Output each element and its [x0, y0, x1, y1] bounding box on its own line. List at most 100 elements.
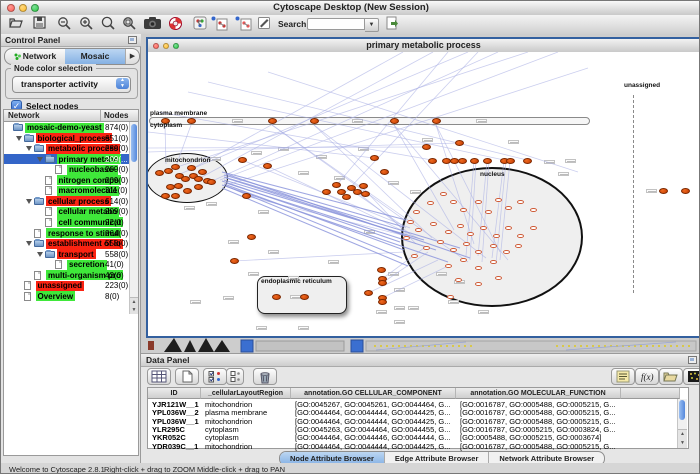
network-node[interactable]	[378, 299, 387, 305]
network-node[interactable]	[194, 176, 203, 182]
network-node[interactable]	[432, 118, 441, 124]
network-node[interactable]	[380, 169, 389, 175]
network-node[interactable]	[659, 188, 668, 194]
network-node-small[interactable]	[505, 206, 512, 211]
table-scrollbar[interactable]: ▲▼	[677, 399, 687, 448]
network-node-small[interactable]	[517, 234, 524, 239]
network-node-small[interactable]	[530, 226, 537, 231]
table-cell[interactable]: YDR039C__1	[148, 442, 201, 452]
twisty-icon[interactable]	[16, 136, 22, 141]
tree-row[interactable]: macromolecule311(0)	[4, 185, 131, 196]
tree-row[interactable]: secretion41(0)	[4, 259, 131, 270]
delete-attribute-button[interactable]	[253, 368, 277, 385]
help-icon[interactable]	[168, 16, 186, 32]
network-node-small[interactable]	[447, 295, 454, 300]
network-node[interactable]	[155, 170, 164, 176]
tree-row[interactable]: primary metabo209(...	[4, 154, 131, 165]
table-cell[interactable]: mitochondrion	[201, 442, 291, 452]
network-node[interactable]	[364, 290, 373, 296]
save-session-icon[interactable]	[32, 16, 50, 32]
tree-row[interactable]: nitrogen compo209(0)	[4, 175, 131, 186]
unselect-attributes-button[interactable]	[226, 368, 244, 385]
tree-row[interactable]: mosaic-demo-yeast874(0)	[4, 122, 131, 133]
tree-scrollbar-buttons[interactable]: ▲▼	[130, 297, 138, 314]
network-node[interactable]	[207, 179, 216, 185]
network-node-small[interactable]	[480, 226, 487, 231]
network-node[interactable]	[263, 163, 272, 169]
network-canvas[interactable]: plasma membranecytoplasmmitochondrionnuc…	[148, 52, 699, 336]
network-node-small[interactable]	[495, 198, 502, 203]
attribute-list-button[interactable]	[611, 368, 635, 385]
network-node-small[interactable]	[445, 264, 452, 269]
function-builder-button[interactable]: f(x)	[635, 368, 659, 385]
search-dropdown-arrow[interactable]: ▼	[365, 18, 379, 32]
network-node[interactable]	[272, 294, 281, 300]
column-header[interactable]: annotation.GO CELLULAR_COMPONENT	[291, 388, 456, 399]
column-header[interactable]: annotation.GO MOLECULAR_FUNCTION	[456, 388, 621, 399]
network-node[interactable]	[359, 183, 368, 189]
network-node[interactable]	[361, 191, 370, 197]
network-node-small[interactable]	[460, 208, 467, 213]
network-node-small[interactable]	[505, 226, 512, 231]
network-node-small[interactable]	[517, 200, 524, 205]
tree-row[interactable]: cellular process614(0)	[4, 196, 131, 207]
table-cell[interactable]: [GO:0044464, GO:0044444, GO:0044425, G..…	[291, 442, 456, 452]
network-node[interactable]	[390, 118, 399, 124]
network-node[interactable]	[174, 183, 183, 189]
network-node-small[interactable]	[440, 192, 447, 197]
node-color-dropdown[interactable]: transporter activity ▲▼	[12, 76, 131, 93]
column-header[interactable]: _cellularLayoutRegion	[201, 388, 291, 399]
network-node[interactable]	[378, 280, 387, 286]
network-node-small[interactable]	[460, 258, 467, 263]
twisty-icon[interactable]	[37, 157, 43, 162]
network-node-small[interactable]	[475, 282, 482, 287]
network-node[interactable]	[422, 144, 431, 150]
new-attribute-button[interactable]	[175, 368, 199, 385]
network-node[interactable]	[681, 188, 690, 194]
network-node-small[interactable]	[411, 254, 418, 259]
tree-row[interactable]: response to stimul264(0)	[4, 228, 131, 239]
network-node-small[interactable]	[490, 260, 497, 265]
network-node[interactable]	[310, 118, 319, 124]
tree-row[interactable]: establishment of lo558(0)	[4, 238, 131, 249]
tree-row[interactable]: multi-organism pro42(0)	[4, 270, 131, 281]
network-node-small[interactable]	[515, 244, 522, 249]
network-node-small[interactable]	[457, 224, 464, 229]
destroy-network-icon[interactable]	[235, 16, 255, 32]
zoom-in-icon[interactable]	[79, 16, 97, 32]
network-node[interactable]	[523, 158, 532, 164]
snapshot-icon[interactable]	[143, 16, 165, 32]
network-node-small[interactable]	[430, 222, 437, 227]
network-node[interactable]	[483, 158, 492, 164]
network-node[interactable]	[230, 258, 239, 264]
network-node-small[interactable]	[407, 220, 414, 225]
table-scrollbar-buttons[interactable]: ▲▼	[678, 429, 687, 448]
network-node-small[interactable]	[463, 242, 470, 247]
network-node[interactable]	[183, 188, 192, 194]
column-header[interactable]: ID	[148, 388, 201, 399]
table-cell[interactable]: [GO:0016787, GO:0005488, GO:0005215, G..…	[456, 442, 621, 452]
tree-scrollbar[interactable]: ▲▼	[129, 122, 138, 314]
network-node-small[interactable]	[437, 240, 444, 245]
zoom-selected-icon[interactable]	[122, 16, 140, 32]
network-node[interactable]	[268, 118, 277, 124]
more-tabs-arrow-icon[interactable]: ▶	[125, 49, 139, 64]
network-node[interactable]	[242, 193, 251, 199]
tree-row[interactable]: cell communicat22(0)	[4, 217, 131, 228]
data-panel-float-icon[interactable]	[688, 356, 697, 364]
network-node[interactable]	[342, 194, 351, 200]
create-network-icon[interactable]	[211, 16, 231, 32]
network-node[interactable]	[455, 140, 464, 146]
tree-row[interactable]: biological_process651(0)	[4, 133, 131, 144]
twisty-icon[interactable]	[26, 146, 32, 151]
tree-row[interactable]: Overview8(0)	[4, 291, 131, 302]
network-node-small[interactable]	[415, 228, 422, 233]
network-node-small[interactable]	[450, 200, 457, 205]
network-node[interactable]	[322, 189, 331, 195]
network-node-small[interactable]	[475, 200, 482, 205]
import-network-icon[interactable]	[385, 16, 403, 32]
network-node-small[interactable]	[530, 208, 537, 213]
network-node-small[interactable]	[493, 234, 500, 239]
network-overview-icon[interactable]	[193, 16, 211, 32]
network-node[interactable]	[194, 184, 203, 190]
